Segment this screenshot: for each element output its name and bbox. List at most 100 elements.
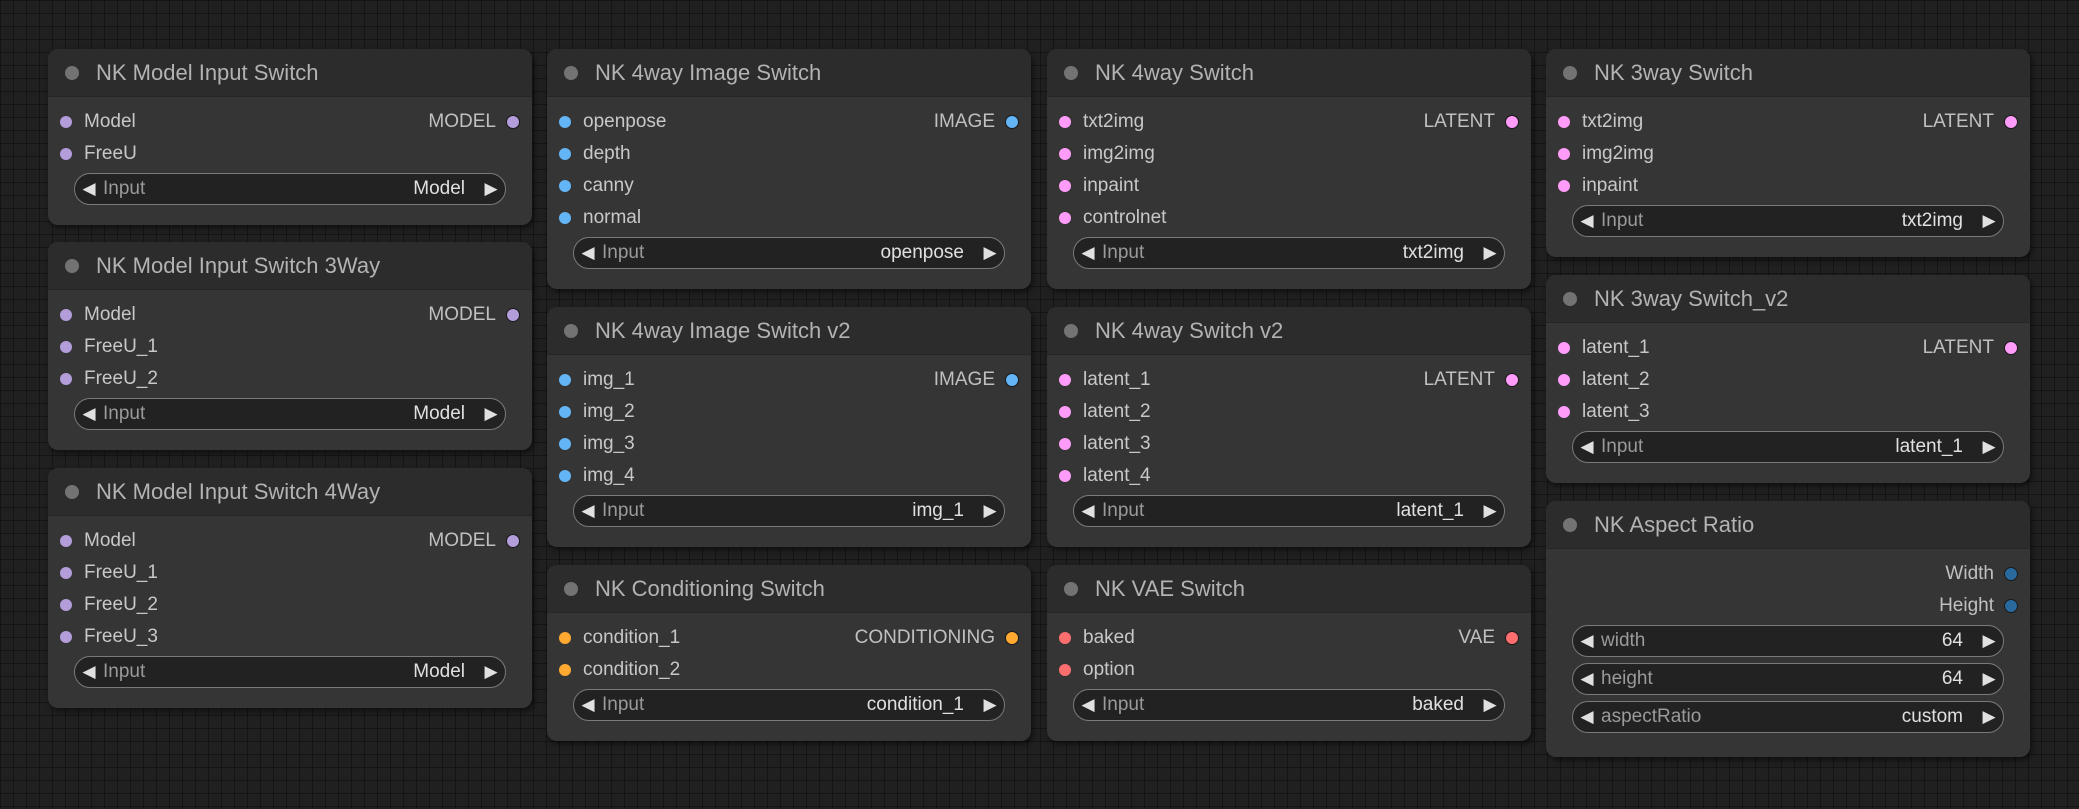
input-slot-condition-2[interactable]: condition_2 <box>559 654 680 686</box>
input-dot-icon[interactable] <box>1059 632 1071 644</box>
input-combo-widget[interactable]: ◀ Input img_1 ▶ <box>573 495 1005 527</box>
node-header[interactable]: NK Conditioning Switch <box>547 565 1031 613</box>
node-header[interactable]: NK 4way Switch v2 <box>1047 307 1531 355</box>
input-slot-model[interactable]: Model <box>60 299 136 331</box>
input-dot-icon[interactable] <box>1059 406 1071 418</box>
increment-arrow-icon[interactable]: ▶ <box>976 501 1004 521</box>
node-4way-image-switch[interactable]: NK 4way Image Switch openpose IMAGE dept… <box>547 49 1031 289</box>
collapse-toggle-icon[interactable] <box>1563 291 1577 306</box>
input-slot-img-4[interactable]: img_4 <box>559 460 635 492</box>
input-dot-icon[interactable] <box>559 664 571 676</box>
collapse-toggle-icon[interactable] <box>1064 581 1078 596</box>
input-dot-icon[interactable] <box>1558 180 1570 192</box>
input-slot-latent-2[interactable]: latent_2 <box>1558 364 1650 396</box>
node-model-input-switch-4way[interactable]: NK Model Input Switch 4Way Model MODEL F… <box>48 468 532 708</box>
input-slot-latent-3[interactable]: latent_3 <box>1558 396 1650 428</box>
node-model-input-switch-3way[interactable]: NK Model Input Switch 3Way Model MODEL F… <box>48 242 532 450</box>
decrement-arrow-icon[interactable]: ◀ <box>75 179 103 199</box>
input-combo-widget[interactable]: ◀ Input latent_1 ▶ <box>1073 495 1505 527</box>
input-slot-img-2[interactable]: img_2 <box>559 396 635 428</box>
increment-arrow-icon[interactable]: ▶ <box>1476 501 1504 521</box>
widget-value[interactable]: latent_1 <box>1895 436 1975 458</box>
output-dot-icon[interactable] <box>2004 341 2018 355</box>
input-slot-depth[interactable]: depth <box>559 138 631 170</box>
increment-arrow-icon[interactable]: ▶ <box>1975 211 2003 231</box>
increment-arrow-icon[interactable]: ▶ <box>976 243 1004 263</box>
output-dot-icon[interactable] <box>1505 631 1519 645</box>
input-slot-img2img[interactable]: img2img <box>1558 138 1654 170</box>
output-dot-icon[interactable] <box>1005 373 1019 387</box>
input-slot-img-1[interactable]: img_1 <box>559 364 635 396</box>
increment-arrow-icon[interactable]: ▶ <box>976 695 1004 715</box>
input-combo-widget[interactable]: ◀ Input txt2img ▶ <box>1073 237 1505 269</box>
output-slot-latent[interactable]: LATENT <box>1424 364 1519 396</box>
input-slot-freeu-3[interactable]: FreeU_3 <box>60 621 158 653</box>
input-slot-inpaint[interactable]: inpaint <box>1059 170 1139 202</box>
width-number-widget[interactable]: ◀ width 64 ▶ <box>1572 625 2004 657</box>
input-slot-latent-3[interactable]: latent_3 <box>1059 428 1151 460</box>
output-dot-icon[interactable] <box>1505 115 1519 129</box>
widget-value[interactable]: condition_1 <box>867 694 976 716</box>
input-dot-icon[interactable] <box>1059 438 1071 450</box>
node-header[interactable]: NK Model Input Switch 4Way <box>48 468 532 516</box>
node-header[interactable]: NK VAE Switch <box>1047 565 1531 613</box>
input-dot-icon[interactable] <box>1059 470 1071 482</box>
increment-arrow-icon[interactable]: ▶ <box>1975 669 2003 689</box>
node-header[interactable]: NK Model Input Switch 3Way <box>48 242 532 290</box>
decrement-arrow-icon[interactable]: ◀ <box>75 404 103 424</box>
node-4way-switch-v2[interactable]: NK 4way Switch v2 latent_1 LATENT latent… <box>1047 307 1531 547</box>
collapse-toggle-icon[interactable] <box>1064 65 1078 80</box>
input-dot-icon[interactable] <box>1059 374 1071 386</box>
output-slot-latent[interactable]: LATENT <box>1923 332 2018 364</box>
input-slot-option[interactable]: option <box>1059 654 1135 686</box>
node-3way-switch-v2[interactable]: NK 3way Switch_v2 latent_1 LATENT latent… <box>1546 275 2030 483</box>
widget-value[interactable]: custom <box>1902 706 1975 728</box>
output-dot-icon[interactable] <box>1005 631 1019 645</box>
node-3way-switch[interactable]: NK 3way Switch txt2img LATENT img2img in… <box>1546 49 2030 257</box>
input-dot-icon[interactable] <box>1558 148 1570 160</box>
widget-value[interactable]: txt2img <box>1403 242 1476 264</box>
output-dot-icon[interactable] <box>506 308 520 322</box>
decrement-arrow-icon[interactable]: ◀ <box>1573 669 1601 689</box>
input-combo-widget[interactable]: ◀ Input condition_1 ▶ <box>573 689 1005 721</box>
input-slot-freeu-1[interactable]: FreeU_1 <box>60 331 158 363</box>
input-dot-icon[interactable] <box>60 599 72 611</box>
node-vae-switch[interactable]: NK VAE Switch baked VAE option ◀ Input b… <box>1047 565 1531 741</box>
decrement-arrow-icon[interactable]: ◀ <box>574 243 602 263</box>
input-slot-baked[interactable]: baked <box>1059 622 1135 654</box>
input-slot-latent-4[interactable]: latent_4 <box>1059 460 1151 492</box>
node-header[interactable]: NK Aspect Ratio <box>1546 501 2030 549</box>
node-4way-image-switch-v2[interactable]: NK 4way Image Switch v2 img_1 IMAGE img_… <box>547 307 1031 547</box>
input-dot-icon[interactable] <box>1558 406 1570 418</box>
output-slot-latent[interactable]: LATENT <box>1424 106 1519 138</box>
widget-value[interactable]: openpose <box>881 242 976 264</box>
widget-value[interactable]: baked <box>1412 694 1476 716</box>
output-dot-icon[interactable] <box>2004 115 2018 129</box>
input-combo-widget[interactable]: ◀ Input openpose ▶ <box>573 237 1005 269</box>
node-conditioning-switch[interactable]: NK Conditioning Switch condition_1 CONDI… <box>547 565 1031 741</box>
input-dot-icon[interactable] <box>1558 116 1570 128</box>
increment-arrow-icon[interactable]: ▶ <box>1476 695 1504 715</box>
decrement-arrow-icon[interactable]: ◀ <box>1573 707 1601 727</box>
input-dot-icon[interactable] <box>60 341 72 353</box>
node-header[interactable]: NK 4way Switch <box>1047 49 1531 97</box>
input-dot-icon[interactable] <box>559 116 571 128</box>
widget-value[interactable]: txt2img <box>1902 210 1975 232</box>
input-dot-icon[interactable] <box>1059 180 1071 192</box>
decrement-arrow-icon[interactable]: ◀ <box>1573 437 1601 457</box>
input-dot-icon[interactable] <box>60 631 72 643</box>
increment-arrow-icon[interactable]: ▶ <box>1975 707 2003 727</box>
collapse-toggle-icon[interactable] <box>65 484 79 499</box>
decrement-arrow-icon[interactable]: ◀ <box>75 662 103 682</box>
input-slot-freeu-2[interactable]: FreeU_2 <box>60 363 158 395</box>
input-combo-widget[interactable]: ◀ Input Model ▶ <box>74 173 506 205</box>
widget-value[interactable]: Model <box>413 661 477 683</box>
input-slot-controlnet[interactable]: controlnet <box>1059 202 1166 234</box>
input-dot-icon[interactable] <box>60 535 72 547</box>
decrement-arrow-icon[interactable]: ◀ <box>1573 631 1601 651</box>
input-dot-icon[interactable] <box>559 470 571 482</box>
input-dot-icon[interactable] <box>559 438 571 450</box>
input-slot-model[interactable]: Model <box>60 106 136 138</box>
output-dot-icon[interactable] <box>506 115 520 129</box>
output-dot-icon[interactable] <box>506 534 520 548</box>
